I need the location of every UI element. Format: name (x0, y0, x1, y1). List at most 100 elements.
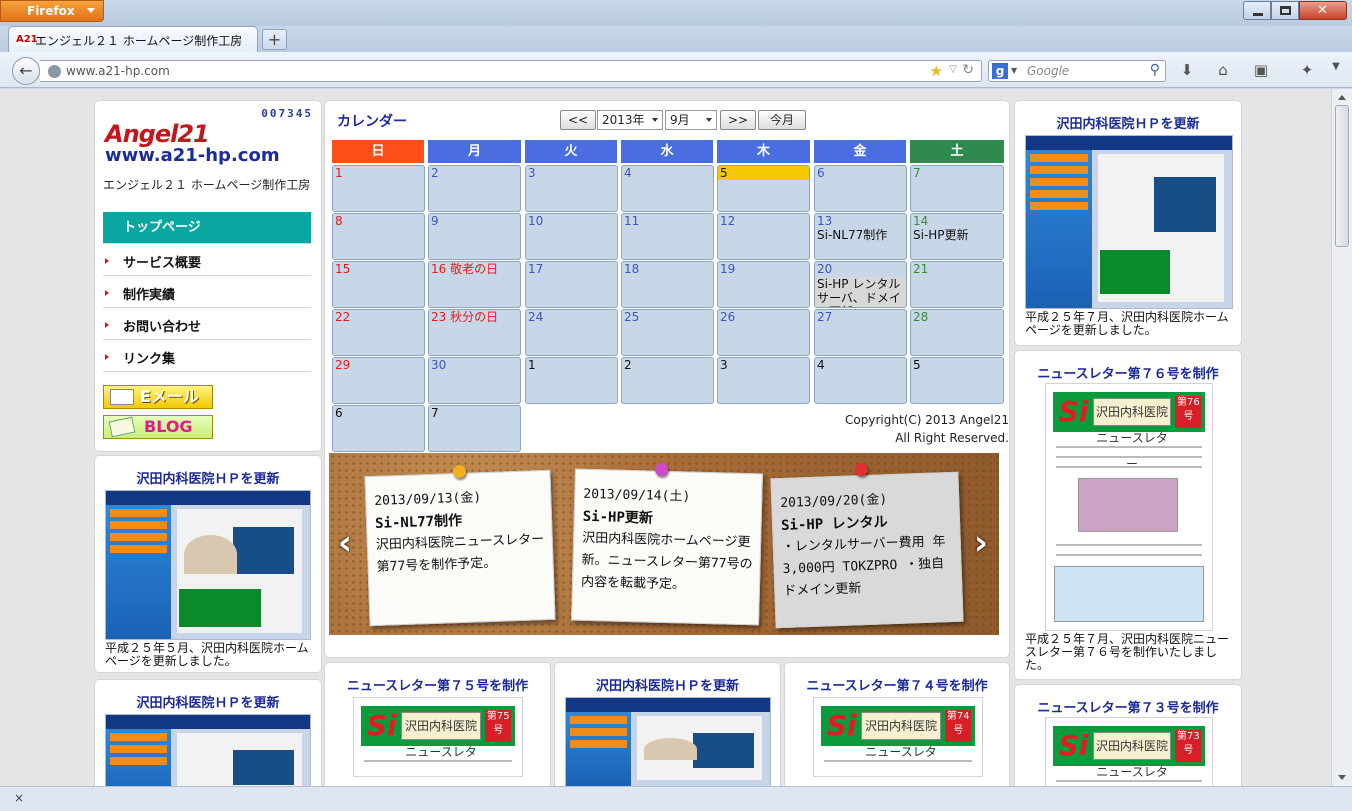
calendar-day-cell[interactable]: 16 敬老の日 (428, 261, 521, 308)
newsletter-thumbnail[interactable]: Si沢田内科医院 ニュースレター第75号 (353, 697, 523, 777)
history-dropdown-icon[interactable]: ▽ (949, 64, 957, 75)
card-title[interactable]: ニュースレター第７６号を制作 (1015, 363, 1241, 382)
tab-angel21[interactable]: A21 エンジェル２１ ホームページ制作工房 (8, 26, 258, 52)
calendar-event[interactable]: Si-HP レンタルサーバ、ドメイン更新 (815, 277, 906, 307)
calendar-day-cell[interactable]: 11 (621, 213, 714, 260)
calendar-day-cell[interactable]: 18 (621, 261, 714, 308)
vertical-scrollbar[interactable] (1331, 89, 1352, 786)
maximize-button[interactable] (1271, 1, 1299, 20)
calendar-day-cell[interactable]: 27 (814, 309, 907, 356)
calendar-day-cell[interactable]: 28 (910, 309, 1004, 356)
card-title[interactable]: 沢田内科医院ＨＰを更新 (1015, 113, 1241, 132)
calendar-day-cell[interactable]: 19 (717, 261, 810, 308)
firefox-menu-button[interactable]: Firefox (0, 0, 104, 22)
calendar-day-cell[interactable]: 10 (525, 213, 618, 260)
calendar-day-cell[interactable]: 21 (910, 261, 1004, 308)
google-engine-icon[interactable]: g (992, 63, 1008, 79)
newsletter-thumbnail[interactable]: Si沢田内科医院 ニュースレター第73号 (1045, 717, 1213, 786)
website-thumbnail[interactable] (1025, 135, 1233, 309)
website-thumbnail[interactable] (105, 714, 311, 786)
card-title[interactable]: 沢田内科医院ＨＰを更新 (555, 675, 780, 694)
sidebar-item-links[interactable]: リンク集 (103, 340, 311, 372)
engine-dropdown-icon[interactable]: ▼ (1011, 66, 1017, 75)
calendar-day-cell[interactable]: 13 Si-NL77制作 (814, 213, 907, 260)
newsletter-thumbnail[interactable]: Si 沢田内科医院 ニュースレター 第76号 (1045, 383, 1213, 631)
calendar-day-cell[interactable]: 24 (525, 309, 618, 356)
calendar-day-cell[interactable]: 30 (428, 357, 521, 404)
sidebar-item-works[interactable]: 制作実績 (103, 276, 311, 308)
calendar-day-cell[interactable]: 26 (717, 309, 810, 356)
calendar-day-cell[interactable]: 5 (717, 165, 810, 212)
bookmarks-icon[interactable]: ▣ (1250, 61, 1272, 81)
calendar-day-cell[interactable]: 17 (525, 261, 618, 308)
news-card[interactable]: ニュースレター第７４号を制作 Si沢田内科医院 ニュースレター第74号 (784, 662, 1010, 786)
calendar-day-cell[interactable]: 6 (814, 165, 907, 212)
reload-icon[interactable]: ↻ (962, 62, 974, 78)
sidebar-item-services[interactable]: サービス概要 (103, 244, 311, 276)
calendar-day-cell[interactable]: 2 (621, 357, 714, 404)
search-bar[interactable]: g ▼ Google ⚲ (988, 60, 1166, 82)
scroll-up-icon[interactable] (1338, 95, 1346, 100)
calendar-event[interactable]: Si-NL77制作 (815, 228, 906, 242)
news-card[interactable]: ニュースレター第７５号を制作 Si沢田内科医院 ニュースレター第75号 (324, 662, 551, 786)
bookmark-star-icon[interactable]: ★ (930, 62, 943, 80)
calendar-day-cell[interactable]: 1 (332, 165, 425, 212)
calendar-day-cell[interactable]: 8 (332, 213, 425, 260)
card-title[interactable]: 沢田内科医院ＨＰを更新 (95, 692, 321, 711)
news-card[interactable]: 沢田内科医院ＨＰを更新 (554, 662, 781, 786)
sidebar-item-top[interactable]: トップページ (103, 212, 311, 244)
close-addon-bar-icon[interactable]: × (14, 791, 24, 805)
current-month-button[interactable]: 今月 (758, 110, 806, 130)
next-month-button[interactable]: >> (720, 110, 756, 130)
home-icon[interactable]: ⌂ (1212, 61, 1234, 81)
news-card[interactable]: 沢田内科医院ＨＰを更新 (94, 679, 322, 786)
search-icon[interactable]: ⚲ (1150, 62, 1160, 78)
back-button[interactable]: ← (12, 57, 40, 85)
calendar-day-cell[interactable]: 12 (717, 213, 810, 260)
scrollbar-thumb[interactable] (1335, 105, 1349, 247)
news-card[interactable]: ニュースレター第７３号を制作 Si沢田内科医院 ニュースレター第73号 (1014, 684, 1242, 786)
card-title[interactable]: 沢田内科医院ＨＰを更新 (95, 468, 321, 487)
calendar-day-cell[interactable]: 7 (910, 165, 1004, 212)
calendar-event[interactable]: Si-HP更新 (911, 228, 1003, 242)
schedule-note[interactable]: 2013/09/20(金) Si-HP レンタル ・レンタルサーバー費用 年3,… (770, 471, 964, 629)
card-title[interactable]: ニュースレター第７３号を制作 (1015, 697, 1241, 716)
calendar-day-cell[interactable]: 22 (332, 309, 425, 356)
calendar-day-cell[interactable]: 4 (814, 357, 907, 404)
calendar-day-cell[interactable]: 15 (332, 261, 425, 308)
calendar-day-cell[interactable]: 14 Si-HP更新 (910, 213, 1004, 260)
newsletter-thumbnail[interactable]: Si沢田内科医院 ニュースレター第74号 (813, 697, 983, 777)
calendar-day-cell[interactable]: 5 (910, 357, 1004, 404)
calendar-day-cell[interactable]: 23 秋分の日 (428, 309, 521, 356)
calendar-day-cell[interactable]: 20Si-HP レンタルサーバ、ドメイン更新 (814, 261, 907, 308)
calendar-day-cell[interactable]: 7 (428, 405, 521, 452)
email-button[interactable]: Eメール (103, 385, 213, 409)
website-thumbnail[interactable] (565, 697, 771, 786)
schedule-note[interactable]: 2013/09/14(土) Si-HP更新 沢田内科医院ホームページ更新。ニュー… (571, 468, 763, 626)
calendar-day-cell[interactable]: 25 (621, 309, 714, 356)
calendar-day-cell[interactable]: 6 (332, 405, 425, 452)
sidebar-item-contact[interactable]: お問い合わせ (103, 308, 311, 340)
slider-prev-button[interactable]: ‹ (335, 523, 355, 563)
minimize-button[interactable] (1243, 1, 1271, 20)
addon-icon[interactable]: ✦ (1296, 61, 1318, 81)
close-window-button[interactable]: ✕ (1299, 1, 1347, 20)
calendar-day-cell[interactable]: 3 (717, 357, 810, 404)
card-title[interactable]: ニュースレター第７４号を制作 (785, 675, 1009, 694)
calendar-day-cell[interactable]: 9 (428, 213, 521, 260)
news-card[interactable]: 沢田内科医院ＨＰを更新 平成２５年５月、沢田内科医院ホームページを更新しました。 (94, 455, 322, 673)
scroll-down-icon[interactable] (1338, 775, 1346, 780)
new-tab-button[interactable]: + (262, 29, 287, 50)
website-thumbnail[interactable] (105, 490, 311, 640)
card-title[interactable]: ニュースレター第７５号を制作 (325, 675, 550, 694)
calendar-day-cell[interactable]: 4 (621, 165, 714, 212)
prev-month-button[interactable]: << (560, 110, 596, 130)
calendar-day-cell[interactable]: 29 (332, 357, 425, 404)
calendar-day-cell[interactable]: 1 (525, 357, 618, 404)
slider-next-button[interactable]: › (971, 523, 991, 563)
blog-button[interactable]: BLOG (103, 415, 213, 439)
calendar-day-cell[interactable]: 3 (525, 165, 618, 212)
url-bar[interactable]: www.a21-hp.com ★ ▽ ↻ (40, 60, 982, 82)
news-card[interactable]: 沢田内科医院ＨＰを更新 平成２５年７月、沢田内科医院ホームページを更新しました。 (1014, 100, 1242, 346)
menu-icon[interactable]: ▼ (1325, 61, 1347, 81)
